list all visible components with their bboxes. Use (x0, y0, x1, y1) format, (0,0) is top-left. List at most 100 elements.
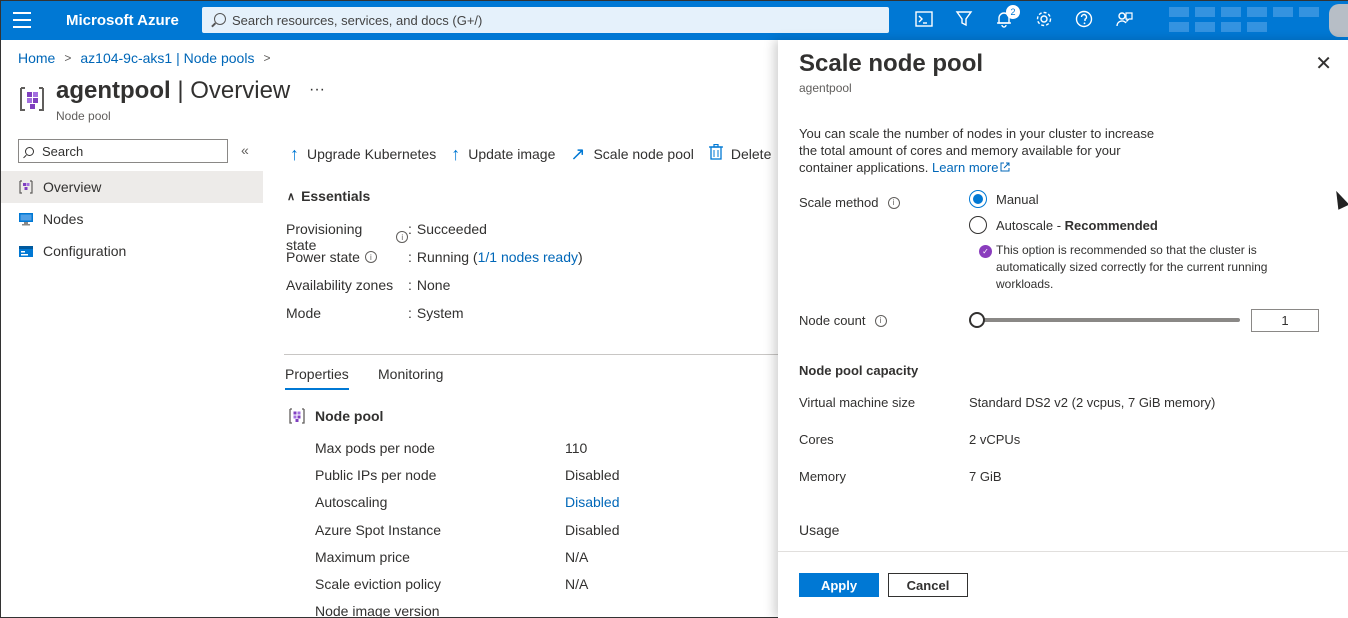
external-link-icon (1000, 162, 1010, 172)
info-icon[interactable]: i (874, 314, 887, 327)
brand-logo[interactable]: Microsoft Azure (66, 12, 179, 29)
autoscaling-link[interactable]: Disabled (565, 494, 619, 510)
vm-size-row: Virtual machine size Standard DS2 v2 (2 v… (799, 395, 1216, 410)
cancel-button[interactable]: Cancel (888, 573, 968, 597)
node-count-slider[interactable] (969, 312, 1240, 328)
chevron-up-icon: ∧ (287, 190, 296, 203)
cores-row: Cores 2 vCPUs (799, 432, 1021, 447)
learn-more-link[interactable]: Learn more (932, 160, 1010, 175)
radio-manual[interactable]: Manual (969, 190, 1039, 208)
checkmark-badge-icon: ✓ (979, 245, 992, 258)
chevron-right-icon: > (263, 51, 271, 65)
essentials-value: System (416, 305, 464, 321)
node-count-input[interactable]: 1 (1251, 309, 1319, 332)
node-pool-icon (289, 408, 305, 424)
footer-divider (778, 551, 1348, 552)
essentials-label: Power state (286, 249, 360, 265)
property-row: Azure Spot Instance Disabled (315, 522, 620, 538)
account-info[interactable] (1166, 5, 1326, 35)
scale-arrow-icon: ↗ (570, 143, 586, 164)
search-icon (214, 13, 226, 25)
nav-search-input[interactable]: Search (18, 139, 228, 163)
gear-icon[interactable] (1034, 9, 1054, 29)
global-search-placeholder: Search resources, services, and docs (G+… (232, 12, 483, 28)
feedback-icon[interactable] (1114, 9, 1134, 29)
configuration-icon (19, 246, 33, 257)
nav-item-label: Nodes (43, 211, 84, 227)
property-row: Scale eviction policy N/A (315, 576, 589, 592)
info-icon[interactable]: i (364, 251, 377, 263)
divider (284, 354, 778, 355)
scale-node-pool-blade: Scale node pool agentpool ✕ You can scal… (778, 40, 1348, 618)
update-image-label: Update image (468, 145, 556, 162)
capacity-heading: Node pool capacity (799, 363, 919, 378)
breadcrumb-node-pools[interactable]: az104-9c-aks1 | Node pools (80, 50, 254, 66)
notification-badge: 2 (1006, 5, 1020, 19)
arrow-up-icon: ↑ (290, 143, 299, 164)
hamburger-menu-icon[interactable] (13, 12, 31, 28)
tab-monitoring[interactable]: Monitoring (378, 366, 443, 388)
essentials-value: None (416, 277, 451, 293)
close-icon[interactable]: ✕ (1315, 54, 1332, 74)
page-subtitle: Node pool (56, 109, 111, 123)
blade-title: Scale node pool (799, 50, 984, 77)
nodes-ready-link[interactable]: 1/1 nodes ready (478, 249, 578, 265)
nav-item-configuration[interactable]: Configuration (1, 235, 263, 267)
essentials-row-mode: Mode : System (286, 305, 464, 321)
delete-button[interactable]: Delete (708, 143, 772, 163)
upgrade-kubernetes-label: Upgrade Kubernetes (307, 145, 437, 162)
essentials-label: Mode (286, 305, 322, 321)
node-pool-resource-icon (18, 85, 46, 113)
property-row: Max pods per node 110 (315, 440, 588, 456)
radio-unselected-icon (969, 216, 987, 234)
nav-item-label: Configuration (43, 243, 127, 259)
recommendation-note: ✓ This option is recommended so that the… (979, 242, 1309, 293)
chevron-right-icon: > (64, 51, 72, 65)
essentials-row-power-state: Power state i : Running (1/1 nodes ready) (286, 249, 583, 265)
nav-item-overview[interactable]: Overview (1, 171, 263, 203)
node-count-label: Node count i (799, 313, 887, 328)
delete-label: Delete (730, 145, 772, 162)
essentials-toggle[interactable]: ∧ Essentials (287, 188, 370, 204)
nav-item-label: Overview (43, 179, 102, 195)
essentials-heading: Essentials (301, 188, 371, 204)
breadcrumb-home[interactable]: Home (18, 50, 55, 66)
nodes-icon (19, 213, 33, 226)
overview-icon (19, 180, 33, 194)
property-row: Node image version (315, 603, 440, 618)
essentials-value: Running ( (416, 249, 478, 265)
search-icon (25, 146, 34, 156)
radio-autoscale[interactable]: Autoscale - Recommended (969, 216, 1158, 234)
property-row: Public IPs per node Disabled (315, 467, 620, 483)
scale-node-pool-button[interactable]: ↗ Scale node pool (570, 145, 694, 163)
nav-search-placeholder: Search (42, 143, 84, 159)
nav-item-nodes[interactable]: Nodes (1, 203, 263, 235)
radio-selected-icon (969, 190, 987, 208)
trash-icon (708, 143, 723, 163)
cloud-shell-icon[interactable] (914, 9, 934, 29)
info-icon[interactable]: i (396, 231, 408, 243)
bell-icon[interactable]: 2 (994, 5, 1020, 29)
upgrade-kubernetes-button[interactable]: ↑ Upgrade Kubernetes (290, 145, 436, 163)
scale-method-label: Scale method i (799, 195, 900, 210)
avatar[interactable] (1329, 4, 1348, 37)
property-row: Maximum price N/A (315, 549, 589, 565)
update-image-button[interactable]: ↑ Update image (451, 145, 555, 163)
node-pool-section-heading: Node pool (288, 407, 383, 425)
essentials-row-availability-zones: Availability zones : None (286, 277, 451, 293)
more-options-button[interactable]: ··· (309, 81, 325, 99)
slider-thumb[interactable] (969, 312, 985, 328)
apply-button[interactable]: Apply (799, 573, 879, 597)
info-icon[interactable]: i (887, 196, 900, 209)
arrow-up-icon: ↑ (451, 143, 461, 164)
tab-properties[interactable]: Properties (285, 366, 349, 390)
global-search-input[interactable]: Search resources, services, and docs (G+… (202, 7, 889, 33)
directory-filter-icon[interactable] (954, 9, 974, 29)
breadcrumb: Home > az104-9c-aks1 | Node pools > (18, 50, 279, 66)
scale-node-pool-label: Scale node pool (593, 145, 694, 162)
top-bar: Microsoft Azure Search resources, servic… (1, 1, 1348, 40)
usage-row: Usage (799, 522, 840, 538)
help-icon[interactable] (1074, 9, 1094, 29)
property-row: Autoscaling Disabled (315, 494, 620, 510)
collapse-nav-button[interactable]: « (241, 142, 249, 158)
